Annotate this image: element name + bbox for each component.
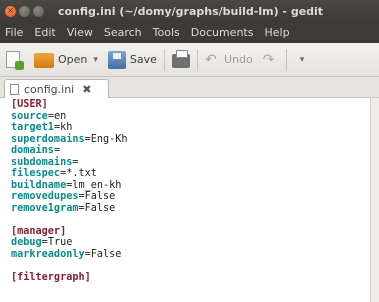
undo-label: Undo	[223, 53, 253, 66]
config-key: debug	[11, 237, 42, 248]
undo-button[interactable]: ↶ Undo	[204, 51, 253, 68]
equals-sign: =	[53, 145, 61, 156]
config-value: False	[84, 191, 116, 202]
config-value: kh	[60, 122, 73, 133]
save-icon	[107, 50, 126, 69]
new-document-icon	[6, 51, 24, 70]
config-key: remove1gram	[11, 202, 79, 214]
open-label: Open	[58, 53, 88, 66]
config-entry-line: markreadonly=False	[11, 249, 370, 261]
config-entry-line: remove1gram=False	[11, 203, 370, 215]
config-key: removedupes	[11, 191, 79, 202]
redo-icon: ↷	[262, 51, 275, 68]
config-key: markreadonly	[11, 248, 85, 260]
config-value: True	[47, 237, 73, 248]
config-entry-line: subdomains=	[11, 157, 370, 169]
folder-open-icon	[34, 53, 54, 68]
config-entry-line: target1=kh	[11, 122, 370, 134]
printer-icon	[171, 49, 190, 68]
config-entry-line: source=en	[11, 111, 370, 123]
maximize-window-button[interactable]	[33, 5, 44, 17]
undo-icon: ↶	[204, 51, 217, 68]
section-header-line: [USER]	[11, 99, 370, 111]
config-key: domains	[11, 145, 54, 156]
window-controls: ×	[5, 5, 44, 17]
close-tab-button[interactable]: ✖	[82, 83, 91, 96]
minimize-window-button[interactable]	[19, 5, 30, 17]
config-value: Eng-Kh	[90, 133, 128, 145]
config-value: *.txt	[66, 168, 97, 179]
text-document-icon	[10, 84, 19, 95]
menu-file[interactable]: File	[5, 26, 23, 39]
config-entry-line: domains=	[11, 145, 370, 157]
menu-view[interactable]: View	[67, 26, 93, 39]
section-header: [USER]	[11, 99, 48, 110]
config-key: subdomains	[11, 156, 73, 168]
section-header-line: [manager]	[11, 226, 370, 238]
config-entry-line: filespec=*.txt	[11, 168, 370, 180]
config-value: lm_en-kh	[72, 179, 122, 191]
config-key: target1	[11, 122, 54, 133]
toolbar-separator	[196, 48, 198, 71]
close-window-button[interactable]: ×	[5, 5, 16, 17]
new-document-button[interactable]	[6, 51, 24, 70]
config-key: source	[11, 110, 48, 122]
print-button[interactable]	[171, 49, 190, 68]
save-button[interactable]: Save	[107, 50, 157, 69]
open-button[interactable]: Open	[34, 51, 87, 68]
section-header: [filtergraph]	[11, 271, 91, 283]
menu-help[interactable]: Help	[264, 26, 289, 39]
config-entry-line: debug=True	[11, 237, 370, 249]
toolbar-overflow-dropdown[interactable]: ▾	[300, 55, 305, 65]
title-bar: × config.ini (~/domy/graphs/build-lm) - …	[0, 0, 379, 22]
config-entry-line: buildname=lm_en-kh	[11, 180, 370, 192]
menu-edit[interactable]: Edit	[34, 26, 55, 39]
tab-config-ini[interactable]: config.ini ✖	[4, 79, 109, 99]
tab-bar: config.ini ✖	[0, 77, 379, 99]
config-entry-line: removedupes=False	[11, 191, 370, 203]
config-key: buildname	[11, 179, 67, 191]
save-label: Save	[129, 53, 157, 66]
toolbar-separator	[285, 48, 287, 71]
redo-button[interactable]: ↷	[262, 51, 279, 68]
menu-search[interactable]: Search	[104, 26, 142, 39]
config-entry-line: superdomains=Eng-Kh	[11, 134, 370, 146]
section-header: [manager]	[11, 225, 67, 237]
config-value: False	[84, 202, 116, 214]
toolbar: Open ▾ Save ↶ Undo ↷ ▾	[0, 43, 379, 77]
config-value: en	[53, 110, 67, 122]
open-recent-dropdown[interactable]: ▾	[93, 55, 98, 65]
text-editor[interactable]: [USER] source=en target1=kh superdomains=En…	[0, 98, 370, 302]
config-value: False	[90, 248, 122, 260]
menu-tools[interactable]: Tools	[153, 26, 180, 39]
config-key: superdomains	[11, 133, 85, 145]
section-header-line: [filtergraph]	[11, 272, 370, 284]
equals-sign: =	[72, 156, 79, 168]
config-key: filespec	[11, 168, 61, 179]
window-title: config.ini (~/domy/graphs/build-lm) - ge…	[58, 4, 324, 18]
vertical-scrollbar[interactable]	[370, 98, 379, 302]
tab-label: config.ini	[24, 83, 75, 96]
toolbar-separator	[163, 48, 165, 71]
menu-bar: File Edit View Search Tools Documents He…	[0, 22, 379, 43]
menu-documents[interactable]: Documents	[191, 26, 254, 39]
